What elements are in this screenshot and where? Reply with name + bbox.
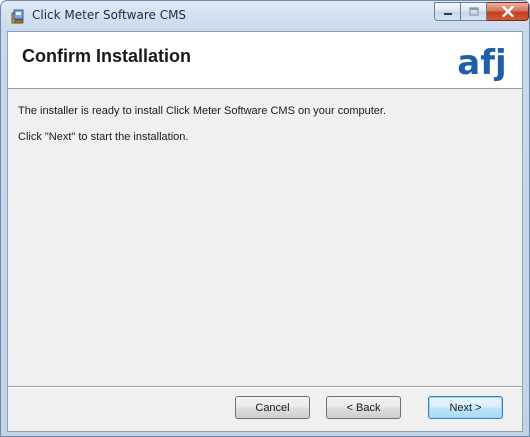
- back-button[interactable]: < Back: [326, 396, 401, 419]
- installer-icon: [11, 9, 24, 24]
- maximize-button[interactable]: [461, 2, 487, 21]
- minimize-button[interactable]: [434, 2, 461, 21]
- installer-window: Click Meter Software CMS Confirm Install…: [0, 0, 530, 437]
- next-button[interactable]: Next >: [428, 396, 503, 419]
- instruction-message: Click "Next" to start the installation.: [18, 131, 189, 143]
- close-icon: [501, 6, 514, 17]
- minimize-icon: [443, 12, 452, 15]
- window-title: Click Meter Software CMS: [32, 8, 187, 22]
- close-button[interactable]: [487, 2, 529, 21]
- cancel-button[interactable]: Cancel: [235, 396, 310, 419]
- title-bar[interactable]: Click Meter Software CMS: [1, 1, 529, 31]
- afj-logo: afj: [457, 43, 506, 81]
- footer-divider: [8, 386, 522, 388]
- dialog-content: Confirm Installation afj The installer i…: [7, 31, 523, 432]
- maximize-icon: [468, 7, 479, 16]
- logo-text: afj: [457, 43, 506, 81]
- ready-message: The installer is ready to install Click …: [18, 105, 387, 117]
- page-title: Confirm Installation: [22, 46, 192, 66]
- header-banner: Confirm Installation afj: [8, 32, 522, 89]
